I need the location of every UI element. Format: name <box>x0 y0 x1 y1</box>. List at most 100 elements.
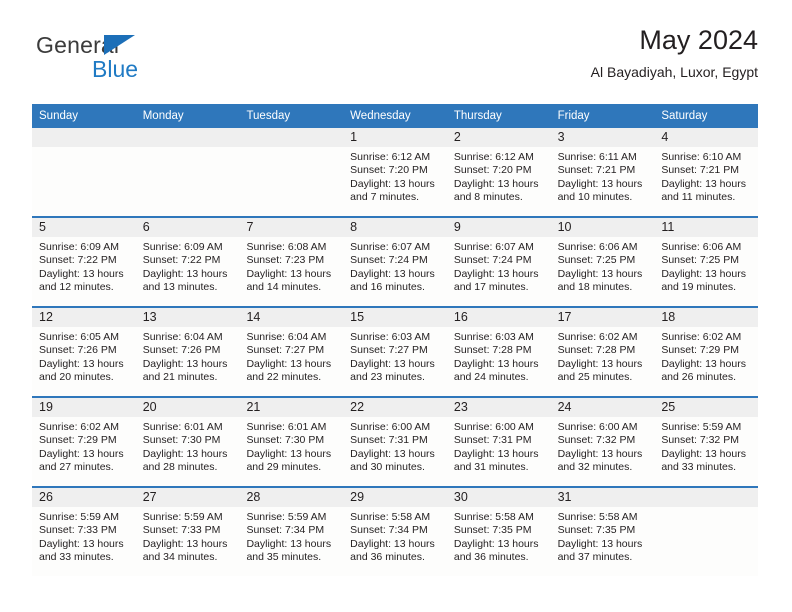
calendar-day-cell[interactable]: 17 Sunrise: 6:02 AM Sunset: 7:28 PM Dayligh… <box>550 308 655 396</box>
calendar-day-cell[interactable]: 3 Sunrise: 6:11 AM Sunset: 7:21 PM Daylight… <box>550 128 655 216</box>
day-number: 24 <box>550 398 655 417</box>
sunset-text: Sunset: 7:27 PM <box>246 344 325 357</box>
calendar-day-cell[interactable]: 4 Sunrise: 6:10 AM Sunset: 7:21 PM Daylight… <box>654 128 759 216</box>
daylight-text-line1: Daylight: 13 hours <box>142 357 228 370</box>
calendar-day-cell[interactable]: 2 Sunrise: 6:12 AM Sunset: 7:20 PM Daylight… <box>446 128 551 216</box>
sunset-text: Sunset: 7:26 PM <box>142 344 221 357</box>
calendar-day-cell[interactable]: 22 Sunrise: 6:00 AM Sunset: 7:31 PM Dayligh… <box>343 398 447 486</box>
day-number: 29 <box>343 488 447 507</box>
sunrise-text: Sunrise: 5:59 AM <box>661 421 742 433</box>
day-number: 25 <box>654 398 759 417</box>
weeks-container: 1 Sunrise: 6:12 AM Sunset: 7:20 PM Daylight… <box>32 128 759 576</box>
day-number: 14 <box>239 308 344 327</box>
sunset-text: Sunset: 7:29 PM <box>39 434 117 447</box>
day-details: Sunrise: 6:09 AM Sunset: 7:22 PM Daylight:… <box>136 237 240 295</box>
sunrise-text: Sunrise: 5:59 AM <box>246 511 327 523</box>
calendar-day-cell-empty <box>654 488 759 576</box>
day-number: 3 <box>550 128 655 147</box>
daylight-text-line2: and 33 minutes. <box>661 461 737 474</box>
calendar-day-cell[interactable]: 27 Sunrise: 5:59 AM Sunset: 7:33 PM Dayligh… <box>135 488 240 576</box>
daylight-text-line2: and 19 minutes. <box>661 281 737 294</box>
calendar-day-cell[interactable]: 23 Sunrise: 6:00 AM Sunset: 7:31 PM Dayligh… <box>446 398 551 486</box>
calendar-day-cell[interactable]: 31 Sunrise: 5:58 AM Sunset: 7:35 PM Dayligh… <box>550 488 655 576</box>
day-details: Sunrise: 6:07 AM Sunset: 7:24 PM Daylight:… <box>343 237 447 295</box>
calendar-day-cell[interactable]: 21 Sunrise: 6:01 AM Sunset: 7:30 PM Dayligh… <box>239 398 344 486</box>
daylight-text-line1: Daylight: 13 hours <box>39 267 124 280</box>
day-details: Sunrise: 5:59 AM Sunset: 7:32 PM Daylight:… <box>654 417 758 475</box>
page-title: May 2024 <box>639 25 758 55</box>
calendar-day-cell[interactable]: 9 Sunrise: 6:07 AM Sunset: 7:24 PM Daylight… <box>446 218 551 306</box>
sunset-text: Sunset: 7:28 PM <box>453 344 532 357</box>
daylight-text-line1: Daylight: 13 hours <box>350 267 435 280</box>
calendar-day-cell[interactable]: 18 Sunrise: 6:02 AM Sunset: 7:29 PM Dayligh… <box>654 308 759 396</box>
sunrise-text: Sunrise: 6:05 AM <box>39 331 119 343</box>
calendar-day-cell[interactable]: 6 Sunrise: 6:09 AM Sunset: 7:22 PM Daylight… <box>135 218 240 306</box>
sunset-text: Sunset: 7:34 PM <box>350 524 428 537</box>
day-details: Sunrise: 5:59 AM Sunset: 7:34 PM Daylight:… <box>239 507 343 565</box>
daylight-text-line2: and 21 minutes. <box>142 371 218 384</box>
day-number: 2 <box>446 128 551 147</box>
daylight-text-line2: and 10 minutes. <box>557 191 633 204</box>
day-number: 8 <box>343 218 447 237</box>
sunrise-text: Sunrise: 6:02 AM <box>39 421 119 433</box>
calendar-day-cell[interactable]: 15 Sunrise: 6:03 AM Sunset: 7:27 PM Dayligh… <box>343 308 447 396</box>
day-details: Sunrise: 6:10 AM Sunset: 7:21 PM Daylight:… <box>654 147 758 205</box>
calendar-day-cell[interactable]: 11 Sunrise: 6:06 AM Sunset: 7:25 PM Dayligh… <box>654 218 759 306</box>
day-details: Sunrise: 6:12 AM Sunset: 7:20 PM Daylight:… <box>447 147 551 205</box>
day-number: 27 <box>135 488 240 507</box>
calendar-week-row: 1 Sunrise: 6:12 AM Sunset: 7:20 PM Daylight… <box>32 128 759 216</box>
calendar-day-cell[interactable]: 1 Sunrise: 6:12 AM Sunset: 7:20 PM Daylight… <box>343 128 447 216</box>
sunrise-text: Sunrise: 6:09 AM <box>142 241 223 253</box>
daylight-text-line2: and 17 minutes. <box>453 281 529 294</box>
day-number: 7 <box>239 218 344 237</box>
calendar-day-cell[interactable]: 25 Sunrise: 5:59 AM Sunset: 7:32 PM Dayligh… <box>654 398 759 486</box>
day-details: Sunrise: 5:58 AM Sunset: 7:35 PM Daylight:… <box>551 507 655 565</box>
daylight-text-line2: and 30 minutes. <box>350 461 425 474</box>
sunrise-text: Sunrise: 6:07 AM <box>453 241 534 253</box>
sunset-text: Sunset: 7:21 PM <box>661 164 739 177</box>
day-details: Sunrise: 5:59 AM Sunset: 7:33 PM Daylight:… <box>136 507 240 565</box>
daylight-text-line2: and 25 minutes. <box>557 371 633 384</box>
day-details: Sunrise: 6:12 AM Sunset: 7:20 PM Daylight:… <box>343 147 447 205</box>
calendar-day-cell[interactable]: 30 Sunrise: 5:58 AM Sunset: 7:35 PM Dayligh… <box>446 488 551 576</box>
day-number: 26 <box>32 488 136 507</box>
calendar-day-cell[interactable]: 12 Sunrise: 6:05 AM Sunset: 7:26 PM Dayligh… <box>32 308 136 396</box>
calendar-day-cell[interactable]: 28 Sunrise: 5:59 AM Sunset: 7:34 PM Dayligh… <box>239 488 344 576</box>
day-number <box>135 128 240 147</box>
day-details: Sunrise: 6:06 AM Sunset: 7:25 PM Daylight:… <box>654 237 758 295</box>
calendar-week-row: 12 Sunrise: 6:05 AM Sunset: 7:26 PM Dayligh… <box>32 306 759 396</box>
day-number: 28 <box>239 488 344 507</box>
day-details: Sunrise: 6:00 AM Sunset: 7:31 PM Daylight:… <box>447 417 551 475</box>
weekday-header-tuesday: Tuesday <box>246 110 291 122</box>
calendar-day-cell[interactable]: 29 Sunrise: 5:58 AM Sunset: 7:34 PM Dayligh… <box>343 488 447 576</box>
daylight-text-line1: Daylight: 13 hours <box>453 357 539 370</box>
daylight-text-line1: Daylight: 13 hours <box>246 357 332 370</box>
calendar-day-cell[interactable]: 16 Sunrise: 6:03 AM Sunset: 7:28 PM Dayligh… <box>446 308 551 396</box>
day-number: 10 <box>550 218 655 237</box>
calendar-day-cell[interactable]: 10 Sunrise: 6:06 AM Sunset: 7:25 PM Dayligh… <box>550 218 655 306</box>
page-header: General Blue May 2024 Al Bayadiyah, Luxo… <box>32 26 758 98</box>
day-details: Sunrise: 6:00 AM Sunset: 7:31 PM Daylight:… <box>343 417 447 475</box>
sunset-text: Sunset: 7:25 PM <box>661 254 739 267</box>
calendar-day-cell[interactable]: 19 Sunrise: 6:02 AM Sunset: 7:29 PM Dayligh… <box>32 398 136 486</box>
sunrise-text: Sunrise: 6:03 AM <box>350 331 431 343</box>
calendar-week-row: 19 Sunrise: 6:02 AM Sunset: 7:29 PM Dayligh… <box>32 396 759 486</box>
day-number: 22 <box>343 398 447 417</box>
calendar-day-cell[interactable]: 24 Sunrise: 6:00 AM Sunset: 7:32 PM Dayligh… <box>550 398 655 486</box>
calendar-day-cell[interactable]: 5 Sunrise: 6:09 AM Sunset: 7:22 PM Daylight… <box>32 218 136 306</box>
day-details: Sunrise: 6:04 AM Sunset: 7:26 PM Daylight:… <box>136 327 240 385</box>
daylight-text-line1: Daylight: 13 hours <box>142 267 228 280</box>
calendar-day-cell[interactable]: 13 Sunrise: 6:04 AM Sunset: 7:26 PM Dayligh… <box>135 308 240 396</box>
brand-logo[interactable]: General Blue <box>32 34 232 90</box>
calendar-day-cell[interactable]: 7 Sunrise: 6:08 AM Sunset: 7:23 PM Daylight… <box>239 218 344 306</box>
day-number: 12 <box>32 308 136 327</box>
calendar-day-cell[interactable]: 26 Sunrise: 5:59 AM Sunset: 7:33 PM Dayligh… <box>32 488 136 576</box>
calendar-day-cell[interactable]: 20 Sunrise: 6:01 AM Sunset: 7:30 PM Dayligh… <box>135 398 240 486</box>
sunrise-text: Sunrise: 6:02 AM <box>557 331 638 343</box>
day-details: Sunrise: 6:11 AM Sunset: 7:21 PM Daylight:… <box>551 147 655 205</box>
calendar-day-cell[interactable]: 8 Sunrise: 6:07 AM Sunset: 7:24 PM Daylight… <box>343 218 447 306</box>
day-number: 16 <box>446 308 551 327</box>
day-details: Sunrise: 6:01 AM Sunset: 7:30 PM Daylight:… <box>136 417 240 475</box>
calendar-day-cell[interactable]: 14 Sunrise: 6:04 AM Sunset: 7:27 PM Dayligh… <box>239 308 344 396</box>
title-block: May 2024 Al Bayadiyah, Luxor, Egypt <box>591 25 758 81</box>
